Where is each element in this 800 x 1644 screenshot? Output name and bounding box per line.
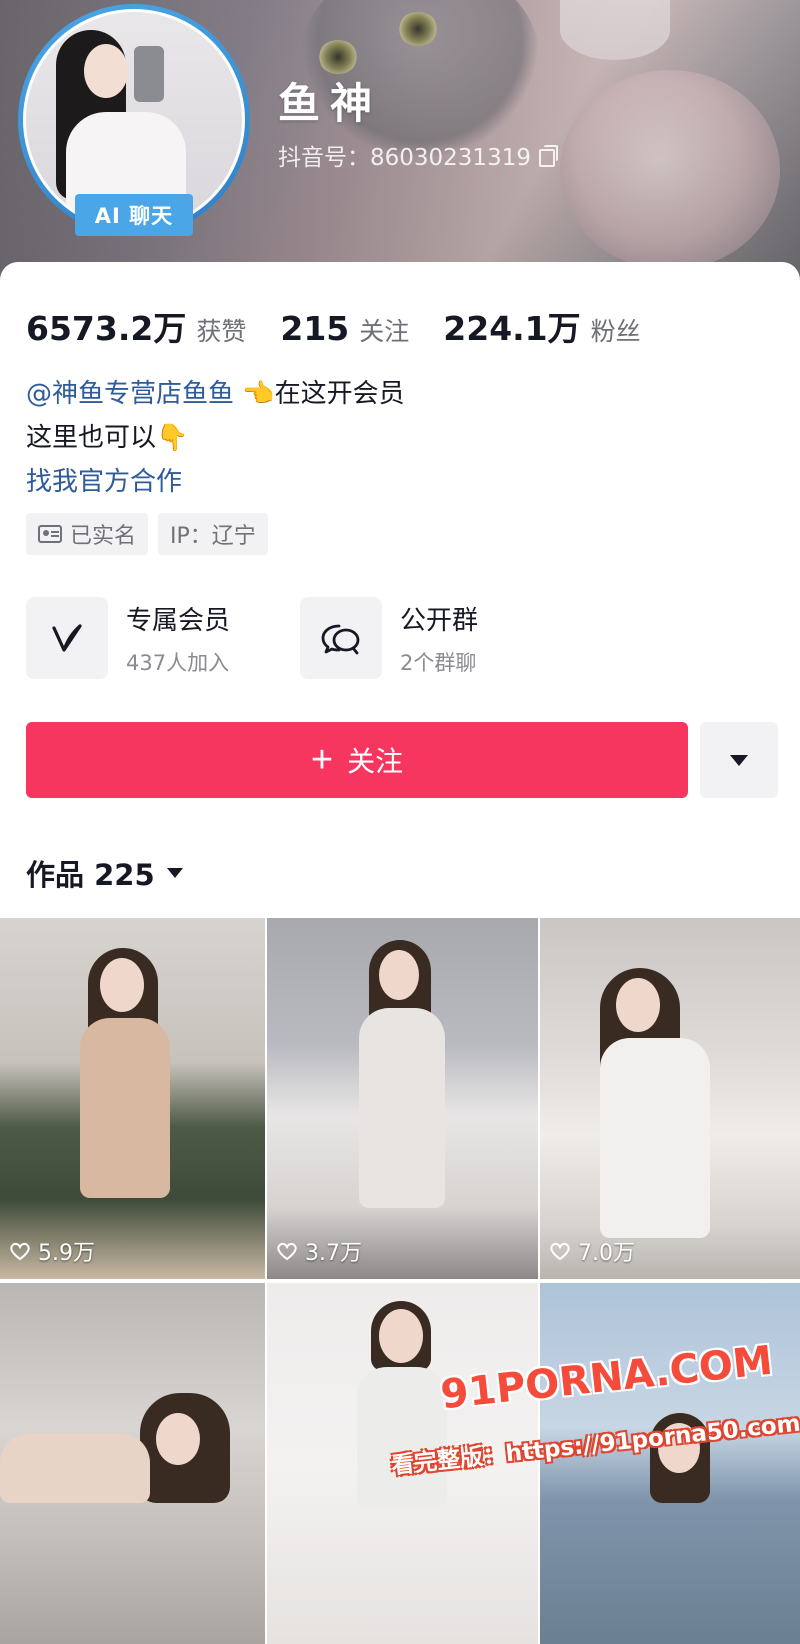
video-thumbnail-4[interactable]: [0, 1283, 265, 1644]
ai-chat-badge[interactable]: AI 聊天: [75, 194, 193, 236]
douyin-id[interactable]: 抖音号：86030231319: [278, 138, 558, 172]
figure-body: [359, 1008, 445, 1208]
profile-card: 6573.2万 获赞 215 关注 224.1万 粉丝 @神鱼专营店鱼鱼 👈在这…: [0, 262, 800, 922]
video-thumbnail-2[interactable]: 3.7万: [267, 918, 538, 1279]
tab-works[interactable]: 作品 225: [26, 852, 183, 894]
bio-line-3: 找我官方合作: [26, 460, 405, 504]
bio-line-2: 这里也可以👇: [26, 416, 405, 460]
stat-likes-number: 6573.2万: [26, 309, 187, 348]
figure-body: [80, 1018, 170, 1198]
works-tab-label: 作品 225: [26, 858, 155, 892]
like-count-text: 5.9万: [38, 1241, 95, 1266]
works-grid: 5.9万 3.7万 7.0万: [0, 918, 800, 1644]
profile-nickname: 鱼神: [278, 79, 383, 128]
follow-button[interactable]: + 关注: [26, 722, 688, 798]
ip-location-tag: IP：辽宁: [158, 513, 268, 555]
like-count: 7.0万: [548, 1235, 635, 1267]
id-card-icon: [38, 525, 62, 543]
avatar-phone-shape: [134, 46, 164, 102]
like-count-text: 3.7万: [305, 1241, 362, 1266]
dropdown-arrow-icon: [730, 754, 748, 766]
feature-entries: 专属会员 437人加入 公开群 2个群聊: [26, 597, 478, 679]
video-thumbnail-1[interactable]: 5.9万: [0, 918, 265, 1279]
heart-icon: [10, 1242, 30, 1261]
bio-line-1-text: 在这开会员: [274, 379, 405, 409]
vip-v-icon: [26, 597, 108, 679]
figure-head: [379, 1309, 423, 1363]
feature-group-subtitle: 2个群聊: [400, 650, 477, 675]
more-options-button[interactable]: [700, 722, 778, 798]
pointing-down-emoji: 👇: [156, 423, 189, 453]
heart-icon: [550, 1242, 570, 1261]
figure-body: [0, 1433, 150, 1503]
feature-membership-title: 专属会员: [126, 605, 231, 636]
video-thumbnail-6[interactable]: [540, 1283, 800, 1644]
stat-likes[interactable]: 6573.2万 获赞: [26, 302, 246, 350]
stat-followers-number: 224.1万: [443, 309, 581, 348]
figure-head: [658, 1423, 700, 1473]
official-cooperation-link[interactable]: 找我官方合作: [26, 467, 182, 497]
feature-membership-subtitle: 437人加入: [126, 650, 230, 675]
figure-head: [616, 978, 660, 1032]
bio-line-2-text: 这里也可以: [26, 423, 157, 453]
copy-icon[interactable]: [538, 145, 558, 167]
stat-following-number: 215: [280, 309, 350, 348]
figure-head: [379, 950, 419, 1000]
profile-tags: 已实名 IP：辽宁: [26, 513, 268, 555]
figure-body: [357, 1367, 447, 1507]
like-count-text: 7.0万: [578, 1241, 635, 1266]
figure-head: [156, 1413, 200, 1465]
bio-mention-link[interactable]: @神鱼专营店鱼鱼: [26, 379, 234, 409]
stats-row: 6573.2万 获赞 215 关注 224.1万 粉丝: [26, 302, 641, 350]
plus-icon: +: [310, 739, 334, 781]
works-dropdown-icon: [166, 868, 183, 878]
ip-location-label: IP：辽宁: [170, 524, 256, 549]
like-count: 5.9万: [8, 1235, 95, 1267]
douyin-id-text: 抖音号：86030231319: [278, 145, 531, 171]
avatar-face-shape: [84, 44, 128, 98]
chat-bubbles-icon: [300, 597, 383, 679]
bio-line-1: @神鱼专营店鱼鱼 👈在这开会员: [26, 372, 405, 416]
stat-following[interactable]: 215 关注: [280, 309, 409, 348]
stat-followers[interactable]: 224.1万 粉丝: [443, 302, 640, 350]
profile-header-background: AI 聊天 鱼神 抖音号：86030231319: [0, 0, 800, 280]
feature-exclusive-membership[interactable]: 专属会员 437人加入: [26, 597, 230, 679]
stat-followers-label: 粉丝: [590, 317, 641, 346]
like-count: 3.7万: [275, 1235, 362, 1267]
verified-tag-label: 已实名: [70, 524, 137, 549]
stat-likes-label: 获赞: [196, 317, 247, 346]
follow-button-label: 关注: [347, 746, 404, 777]
verified-tag[interactable]: 已实名: [26, 513, 149, 555]
stat-following-label: 关注: [359, 317, 410, 346]
profile-bio: @神鱼专营店鱼鱼 👈在这开会员 这里也可以👇 找我官方合作: [26, 372, 405, 504]
figure-body: [600, 1038, 710, 1238]
feature-group-title: 公开群: [400, 605, 479, 636]
pointing-left-emoji: 👈: [242, 379, 275, 409]
heart-icon: [277, 1242, 297, 1261]
feature-public-group[interactable]: 公开群 2个群聊: [300, 597, 478, 679]
video-thumbnail-3[interactable]: 7.0万: [540, 918, 800, 1279]
figure-head: [100, 958, 144, 1012]
video-thumbnail-5[interactable]: [267, 1283, 538, 1644]
